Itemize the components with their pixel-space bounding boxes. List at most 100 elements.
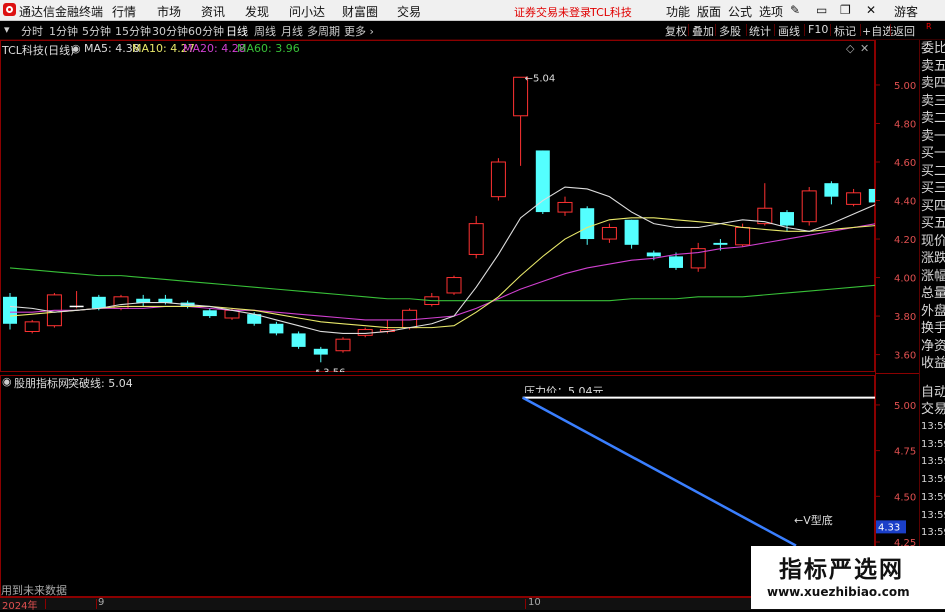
trade-time: 13:59 bbox=[921, 509, 945, 521]
tool-add-watchlist[interactable]: +自选 bbox=[862, 23, 893, 38]
period-60min[interactable]: 60分钟 bbox=[188, 23, 224, 39]
auto-trade-label[interactable]: 交易 bbox=[921, 403, 945, 416]
period-more[interactable]: 更多 › bbox=[344, 23, 374, 39]
indicator-gear-icon[interactable]: ◉ bbox=[2, 375, 12, 388]
menu-item-gongshi[interactable]: 公式 bbox=[728, 3, 752, 20]
gear-icon[interactable]: ◉ bbox=[71, 42, 81, 55]
trade-time: 13:59 bbox=[921, 491, 945, 503]
quote-panel: R 委比 卖五 卖四 卖三 卖二 卖一 买一 买二 买三 买四 买五 现价 涨跌 涨幅 总量 外盘 换手 净资 收益… bbox=[919, 22, 945, 597]
quote-field-label: 买四 bbox=[921, 198, 945, 214]
period-1min[interactable]: 1分钟 bbox=[49, 23, 78, 39]
period-multi[interactable]: 多周期 bbox=[307, 23, 340, 39]
panel-r-icon: R bbox=[926, 22, 932, 31]
menu-item-faxian[interactable]: 发现 bbox=[245, 3, 269, 20]
main-y-tick-label: 4.80 bbox=[894, 119, 916, 130]
candle-body bbox=[3, 296, 17, 324]
candle-body bbox=[801, 190, 817, 223]
restore-icon[interactable]: ❐ bbox=[840, 3, 851, 17]
current-price-value: 4.33 bbox=[878, 522, 900, 533]
menu-item-shichang[interactable]: 市场 bbox=[157, 3, 181, 20]
quote-field-label: 换手 bbox=[921, 321, 945, 336]
quote-field-label: 买三 bbox=[921, 181, 945, 196]
menu-item-xuanxiang[interactable]: 选项 bbox=[759, 3, 783, 20]
period-5min[interactable]: 5分钟 bbox=[82, 23, 111, 39]
indicator-border bbox=[0, 375, 875, 597]
tool-duogu[interactable]: 多股 bbox=[719, 23, 741, 38]
candle-body bbox=[557, 201, 573, 213]
menu-item-hangqing[interactable]: 行情 bbox=[112, 3, 136, 20]
candle-body bbox=[202, 310, 217, 317]
stock-label: TCL科技 bbox=[590, 6, 632, 19]
menu-item-caifuquan[interactable]: 财富圈 bbox=[342, 3, 378, 20]
chart-stock-name: TCL科技(日线) bbox=[2, 44, 75, 57]
tool-diejia[interactable]: 叠加 bbox=[692, 23, 714, 38]
tool-back[interactable]: 返回 bbox=[893, 23, 915, 38]
low-price-label: ↖3.56 bbox=[315, 367, 346, 372]
close-chart-icon[interactable]: ✕ bbox=[860, 42, 869, 55]
candle-body bbox=[535, 150, 550, 213]
candle-body bbox=[269, 323, 284, 334]
price-axis: 5.00 4.80 4.60 4.40 4.20 4.00 3.80 3.60 5.00 4.75… bbox=[875, 40, 920, 597]
trade-time: 13:59 bbox=[921, 438, 945, 450]
pressure-price-label: 压力价：5.04元 bbox=[524, 385, 604, 393]
candle-body bbox=[646, 252, 661, 257]
period-monthly[interactable]: 月线 bbox=[281, 23, 303, 39]
menu-draw-icon[interactable]: ✎ bbox=[790, 3, 800, 17]
tool-biaoji[interactable]: 标记 bbox=[834, 23, 856, 38]
menu-item-jiaoyi[interactable]: 交易 bbox=[397, 3, 421, 20]
main-kline-chart[interactable]: ←5.04↖3.56 TCL科技(日线) ◉ MA5: 4.38 MA10: 4… bbox=[0, 40, 875, 372]
auto-trade-label[interactable]: 自动 bbox=[921, 386, 945, 399]
main-y-tick-label: 4.00 bbox=[894, 274, 916, 285]
quote-field-label: 卖二 bbox=[921, 111, 945, 126]
quote-field-label: 买一 bbox=[921, 146, 945, 161]
watermark-url: www.xuezhibiao.com bbox=[767, 585, 910, 599]
dropdown-icon[interactable]: ▾ bbox=[4, 23, 10, 36]
ma5-line bbox=[9, 186, 875, 334]
tool-fuquan[interactable]: 复权 bbox=[665, 23, 687, 38]
v-bottom-label: ←V型底 bbox=[794, 514, 833, 527]
period-30min[interactable]: 30分钟 bbox=[152, 23, 188, 39]
quote-field-label: 涨幅 bbox=[921, 268, 945, 284]
watermark-logo: 指标严选网 www.xuezhibiao.com bbox=[751, 546, 945, 609]
period-daily[interactable]: 日线 bbox=[226, 23, 248, 39]
app-logo-icon bbox=[3, 3, 16, 16]
candle-body bbox=[490, 161, 506, 198]
candle-body bbox=[136, 298, 151, 303]
candle-body bbox=[824, 183, 839, 197]
quote-field-label: 涨跌 bbox=[921, 251, 945, 266]
trade-time: 13:59 bbox=[921, 456, 945, 468]
candle-body bbox=[780, 212, 794, 226]
main-y-tick-label: 4.40 bbox=[894, 197, 916, 208]
login-status[interactable]: 证券交易未登录 bbox=[514, 4, 591, 20]
quote-field-label: 现价 bbox=[921, 233, 945, 249]
menu-item-gongneng[interactable]: 功能 bbox=[666, 3, 690, 20]
menu-item-wenxiaoda[interactable]: 问小达 bbox=[289, 3, 325, 20]
future-data-note: 用到未来数据 bbox=[1, 584, 67, 597]
candle-body bbox=[601, 226, 617, 240]
sub-y-tick-label: 5.00 bbox=[894, 401, 916, 412]
candle-body bbox=[24, 321, 40, 332]
close-icon[interactable]: ✕ bbox=[866, 3, 876, 17]
tool-huaxian[interactable]: 画线 bbox=[778, 23, 800, 38]
quote-field-label: 收益 bbox=[921, 356, 945, 371]
quote-field-label: 买五 bbox=[921, 216, 945, 231]
indicator-chart[interactable]: ◉ 股朋指标网 突破线: 5.04 压力价：5.04元 ←V型底 bbox=[0, 375, 875, 597]
candle-body bbox=[446, 277, 462, 294]
menu-item-banmian[interactable]: 版面 bbox=[697, 3, 721, 20]
period-weekly[interactable]: 周线 bbox=[254, 23, 276, 39]
quote-field-label: 外盘 bbox=[921, 303, 945, 319]
minimize-icon[interactable]: ▭ bbox=[816, 3, 827, 17]
tool-f10[interactable]: F10 bbox=[808, 23, 828, 37]
quote-field-label: 卖三 bbox=[921, 93, 945, 109]
breakout-line-label: 突破线: 5.04 bbox=[68, 377, 133, 390]
chevron-right-icon: › bbox=[369, 25, 374, 38]
menu-item-zixun[interactable]: 资讯 bbox=[201, 3, 225, 20]
diamond-icon[interactable]: ◇ bbox=[846, 42, 854, 55]
user-label[interactable]: 游客 bbox=[894, 3, 918, 20]
tool-tongji[interactable]: 统计 bbox=[749, 23, 771, 38]
watermark-title: 指标严选网 bbox=[779, 557, 904, 583]
candle-body bbox=[624, 219, 639, 245]
period-15min[interactable]: 15分钟 bbox=[115, 23, 151, 39]
period-fenshi[interactable]: 分时 bbox=[21, 23, 43, 39]
sub-y-tick-label: 4.75 bbox=[894, 447, 916, 458]
